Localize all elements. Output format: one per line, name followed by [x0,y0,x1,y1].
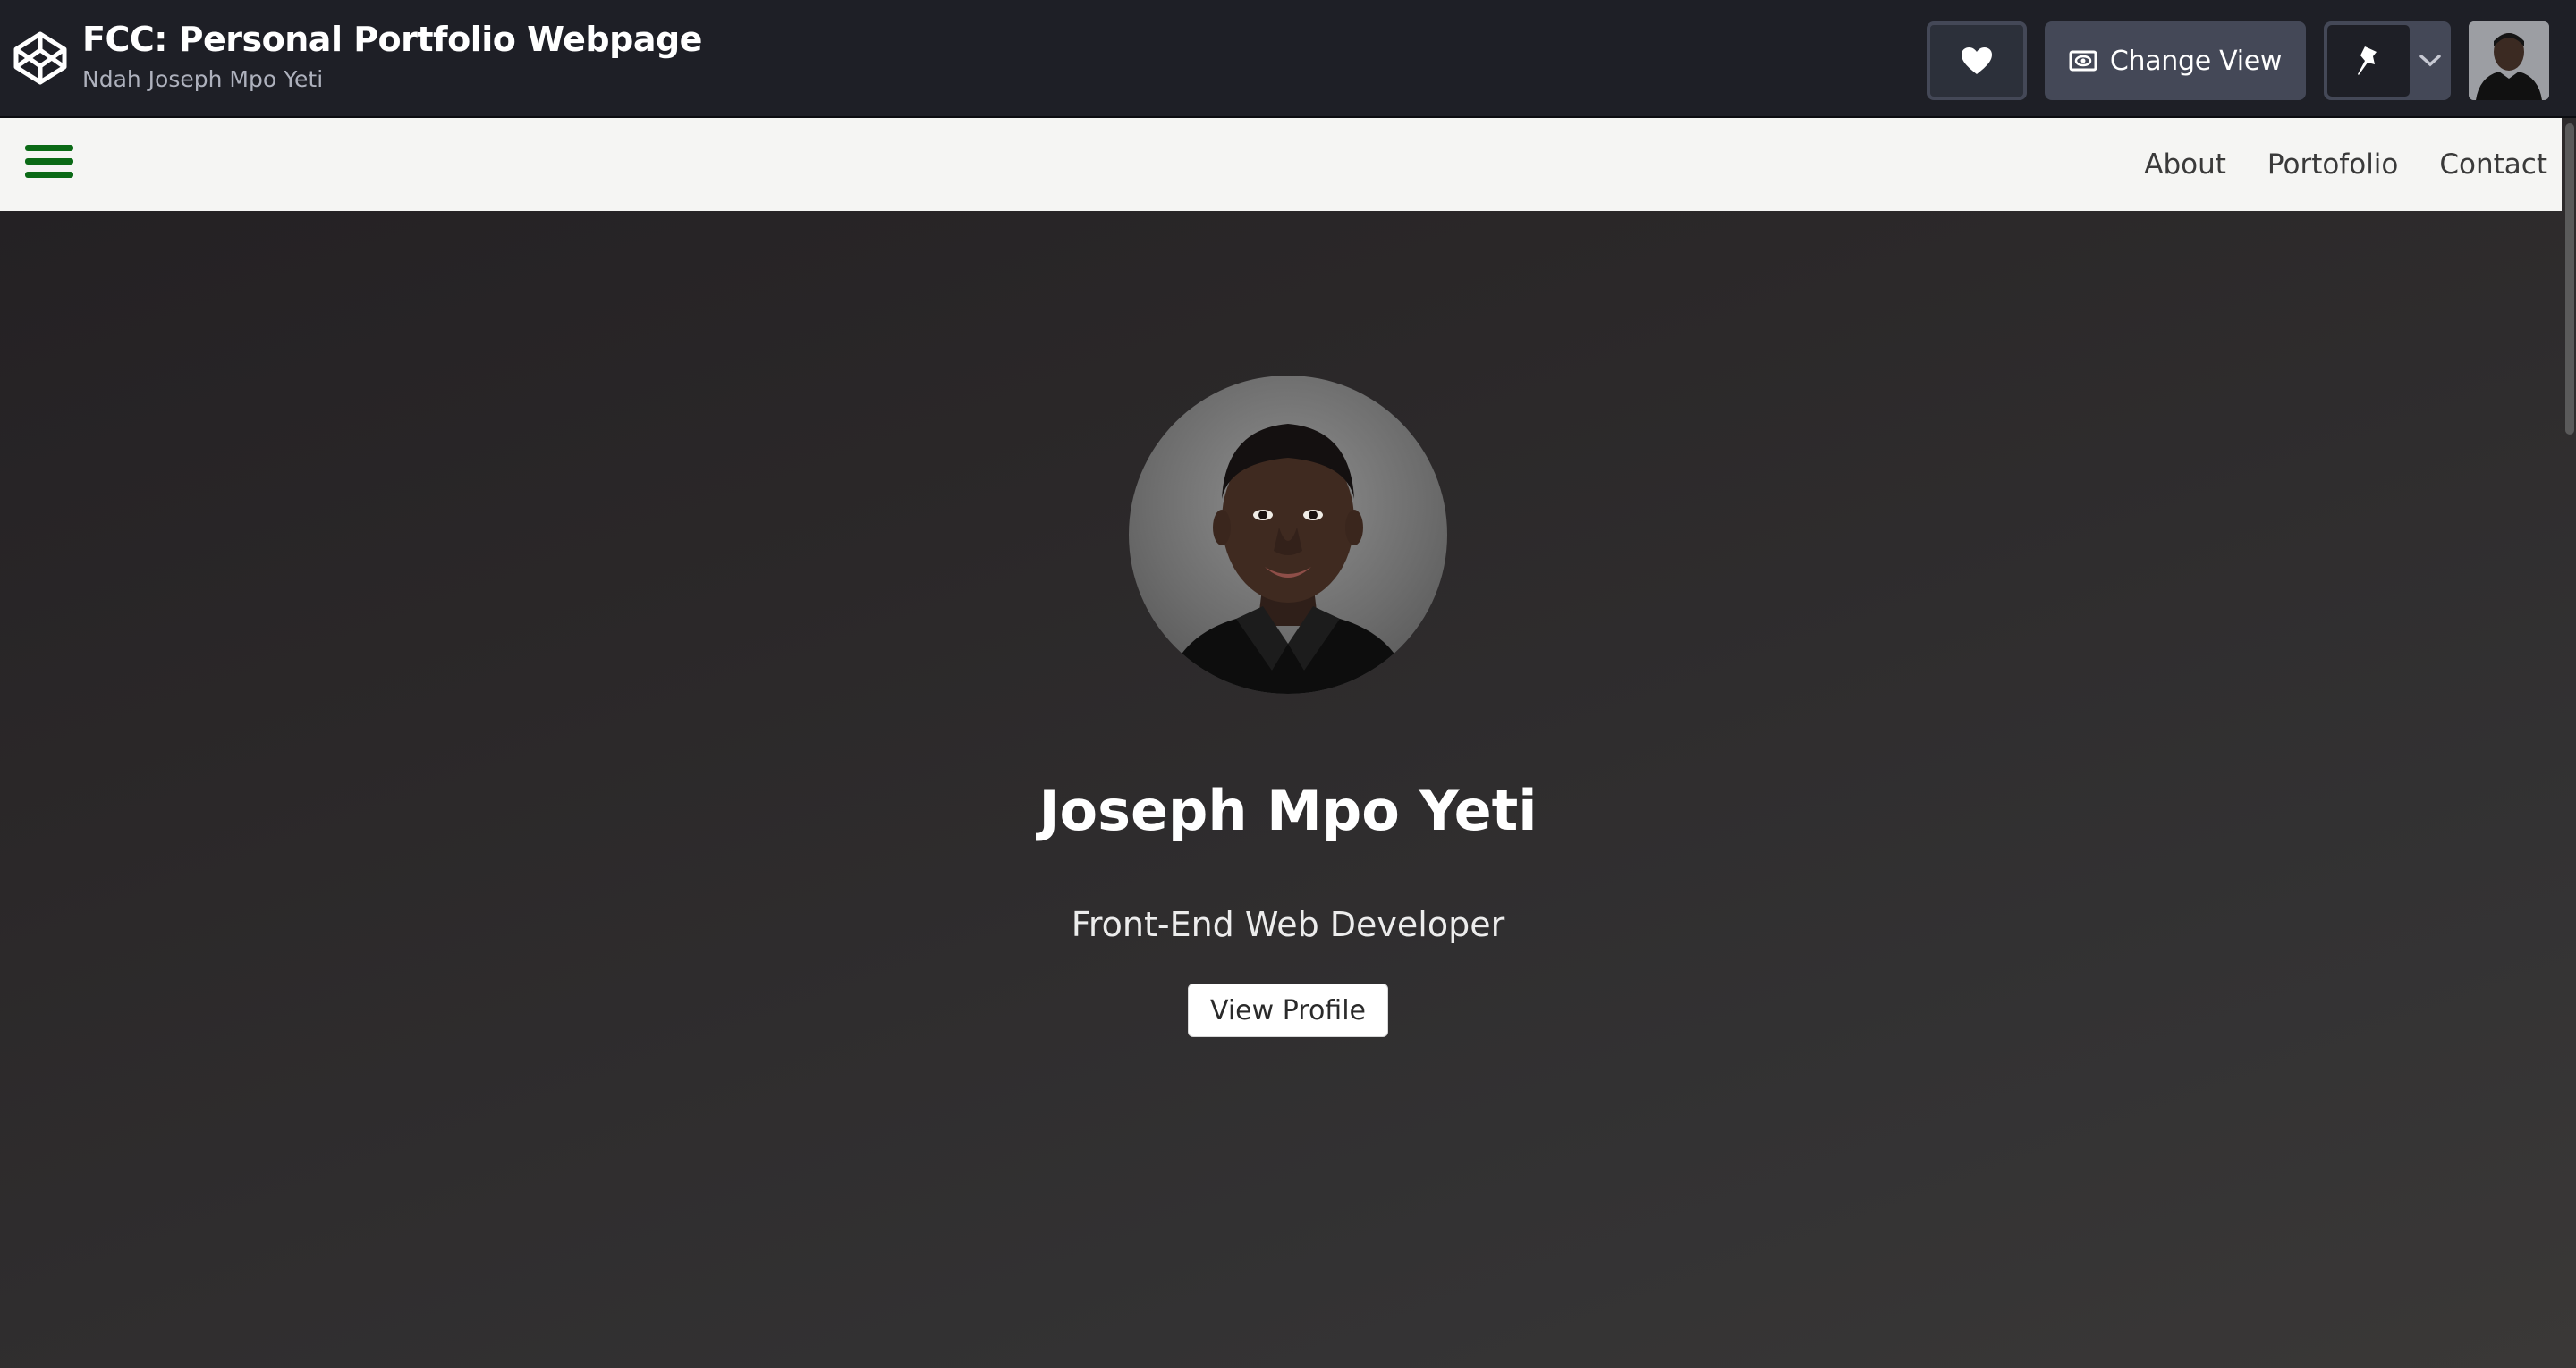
eye-window-icon [2069,50,2097,72]
nav-links: About Portofolio Contact [2144,118,2547,211]
like-button[interactable] [1927,21,2027,100]
nav-link-contact[interactable]: Contact [2439,148,2547,181]
preview-scrollbar[interactable] [2562,118,2576,1368]
pin-button-group [2324,21,2451,100]
scrollbar-thumb[interactable] [2565,123,2574,435]
hero-name: Joseph Mpo Yeti [1038,778,1538,843]
site-navbar: About Portofolio Contact [0,118,2562,211]
chevron-down-icon [2419,55,2441,67]
view-profile-button[interactable]: View Profile [1188,984,1388,1037]
heart-icon [1962,47,1992,74]
change-view-button[interactable]: Change View [2045,21,2306,100]
change-view-label: Change View [2109,45,2283,77]
pen-title[interactable]: FCC: Personal Portfolio Webpage [82,20,702,59]
pin-icon [2358,46,2377,75]
nav-link-about[interactable]: About [2144,148,2226,181]
avatar-photo [2469,21,2549,100]
profile-portrait [1165,424,1411,694]
pin-menu-button[interactable] [2410,21,2451,100]
nav-link-portfolio[interactable]: Portofolio [2267,148,2399,181]
pen-author[interactable]: Ndah Joseph Mpo Yeti [82,66,323,92]
profile-photo [1129,376,1447,694]
codepen-header: FCC: Personal Portfolio Webpage Ndah Jos… [0,0,2576,118]
hero-role: Front-End Web Developer [1071,905,1505,944]
pen-preview: About Portofolio Contact Joseph Mpo Yeti… [0,118,2576,1368]
user-avatar[interactable] [2469,21,2549,100]
pin-button[interactable] [2327,25,2410,97]
codepen-logo-icon[interactable] [13,30,68,86]
hamburger-menu-icon[interactable] [25,139,73,182]
